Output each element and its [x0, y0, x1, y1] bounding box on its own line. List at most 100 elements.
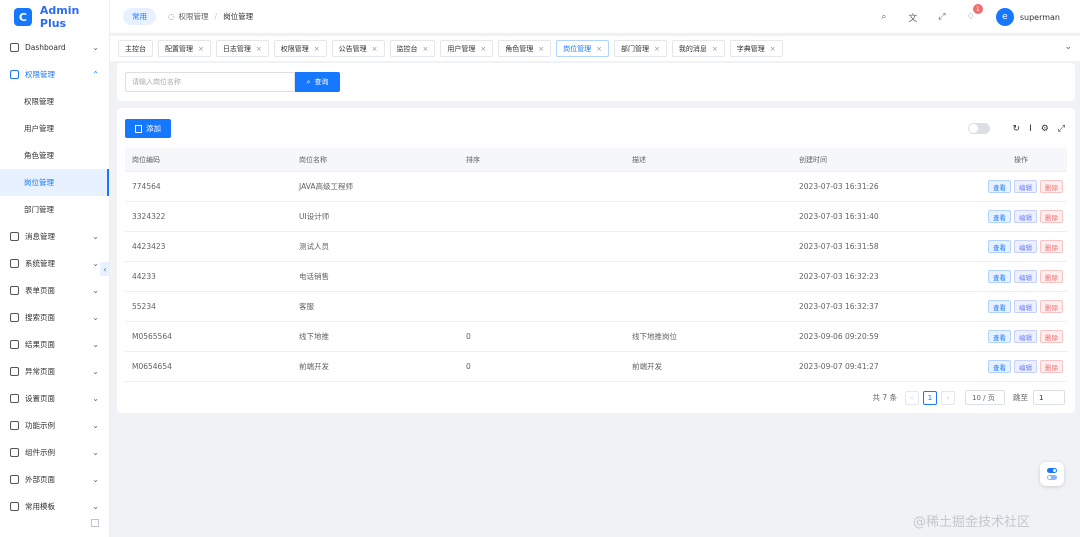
close-icon[interactable]: × — [770, 45, 776, 53]
chevron-down-icon: ⌄ — [92, 502, 99, 511]
toggle-switch[interactable] — [967, 123, 990, 134]
sidebar-item[interactable]: 外部页面 ⌄ — [0, 466, 109, 493]
view-button[interactable]: 查看 — [988, 210, 1011, 223]
feature-icon — [10, 421, 19, 430]
sidebar-item[interactable]: 组件示例 ⌄ — [0, 439, 109, 466]
delete-button[interactable]: 删除 — [1040, 180, 1063, 193]
tab[interactable]: 监控台 × — [389, 40, 436, 57]
sidebar-item[interactable]: 表单页面 ⌄ — [0, 277, 109, 304]
delete-button[interactable]: 删除 — [1040, 270, 1063, 283]
tab-label: 部门管理 — [621, 44, 649, 53]
next-page-button[interactable]: › — [941, 390, 955, 405]
close-icon[interactable]: × — [596, 45, 602, 53]
delete-button[interactable]: 删除 — [1040, 300, 1063, 313]
tab[interactable]: 用户管理 × — [440, 40, 494, 57]
tab[interactable]: 部门管理 × — [614, 40, 667, 57]
search-input[interactable]: 请输入岗位名称 — [125, 72, 295, 92]
sidebar-subitem[interactable]: 权限管理 — [0, 88, 109, 115]
table-cell: 测试人员 — [299, 242, 329, 251]
sidebar-item[interactable]: 权限管理 ⌃ — [0, 61, 109, 88]
username[interactable]: superman — [1020, 13, 1060, 22]
jump-input[interactable]: 1 — [1033, 390, 1065, 405]
avatar[interactable]: e — [995, 8, 1014, 26]
form-icon — [10, 286, 19, 295]
close-icon[interactable]: × — [480, 45, 486, 53]
sidebar-item[interactable]: 常用模板 ⌄ — [0, 493, 109, 520]
chevron-down-icon[interactable]: ⌄ — [1064, 42, 1072, 52]
sidebar-subitem[interactable]: 用户管理 — [0, 115, 109, 142]
close-icon[interactable]: × — [314, 45, 320, 53]
tab[interactable]: 我的消息 × — [671, 40, 725, 57]
fullscreen-icon[interactable]: ⤢ — [935, 10, 949, 24]
sidebar-item-label: 设置页面 — [25, 394, 55, 403]
close-icon[interactable]: × — [712, 45, 718, 53]
view-button[interactable]: 查看 — [988, 270, 1011, 283]
view-button[interactable]: 查看 — [988, 300, 1011, 313]
delete-button[interactable]: 删除 — [1040, 210, 1063, 223]
view-button[interactable]: 查看 — [988, 240, 1011, 253]
sidebar-item[interactable]: 结果页面 ⌄ — [0, 331, 109, 358]
common-pill[interactable]: 常用 — [123, 8, 156, 25]
delete-button[interactable]: 删除 — [1040, 330, 1063, 343]
sidebar-item[interactable]: 搜索页面 ⌄ — [0, 304, 109, 331]
search-icon[interactable]: ⌕ — [877, 10, 891, 24]
view-button[interactable]: 查看 — [988, 330, 1011, 343]
tab[interactable]: 字典管理 × — [729, 40, 783, 57]
view-button[interactable]: 查看 — [988, 360, 1011, 373]
tab-label: 公告管理 — [338, 44, 367, 53]
edit-button[interactable]: 编辑 — [1014, 330, 1037, 343]
sidebar-item[interactable]: 功能示例 ⌄ — [0, 412, 109, 439]
edit-button[interactable]: 编辑 — [1014, 300, 1037, 313]
collapse-sidebar-button[interactable]: ‹ — [100, 262, 109, 276]
edit-button[interactable]: 编辑 — [1014, 210, 1037, 223]
breadcrumb-item[interactable]: 权限管理 — [179, 11, 209, 22]
close-icon[interactable]: × — [256, 45, 262, 53]
close-icon[interactable]: × — [423, 45, 429, 53]
column-header: 岗位名称 — [299, 155, 327, 164]
column-height-icon[interactable]: I — [1029, 124, 1032, 134]
page-number[interactable]: 1 — [923, 390, 937, 405]
close-icon[interactable]: × — [538, 45, 544, 53]
delete-button[interactable]: 删除 — [1040, 360, 1063, 373]
edit-button[interactable]: 编辑 — [1014, 270, 1037, 283]
row-actions: 查看 编辑 删除 — [959, 330, 1067, 343]
logo[interactable]: C Admin Plus — [0, 0, 109, 34]
chevron-down-icon: ⌄ — [92, 313, 99, 322]
sidebar-item[interactable]: 消息管理 ⌄ — [0, 223, 109, 250]
delete-button[interactable]: 删除 — [1040, 240, 1063, 253]
translate-icon[interactable]: 文 — [906, 10, 920, 24]
sidebar-item[interactable]: Dashboard ⌄ — [0, 34, 109, 61]
sidebar-subitem[interactable]: 角色管理 — [0, 142, 109, 169]
tab[interactable]: 角色管理 × — [498, 40, 552, 57]
close-icon[interactable]: × — [198, 45, 204, 53]
tab[interactable]: 日志管理 × — [215, 40, 269, 57]
tab[interactable]: 岗位管理 × — [556, 40, 609, 57]
tab[interactable]: 公告管理 × — [331, 40, 385, 57]
sidebar-subitem[interactable]: 岗位管理 — [0, 169, 109, 196]
gear-icon[interactable]: ⚙ — [1041, 124, 1049, 134]
tab[interactable]: 配置管理 × — [158, 40, 211, 57]
page-size-select[interactable]: 10 / 页 — [965, 390, 1005, 405]
edit-button[interactable]: 编辑 — [1014, 240, 1037, 253]
chevron-down-icon: ⌄ — [92, 43, 99, 52]
tab[interactable]: 权限管理 × — [273, 40, 327, 57]
column-header: 排序 — [466, 155, 480, 164]
bell-icon[interactable]: ♢ 1 — [964, 4, 983, 24]
fullscreen-icon[interactable]: ⤢ — [1058, 124, 1065, 134]
add-button[interactable]: 添加 — [125, 119, 171, 138]
theme-toggle-button[interactable] — [1040, 462, 1064, 486]
prev-page-button[interactable]: ‹ — [905, 390, 919, 405]
sidebar-item[interactable]: 设置页面 ⌄ — [0, 385, 109, 412]
refresh-icon[interactable]: ↻ — [1013, 124, 1021, 134]
view-button[interactable]: 查看 — [988, 180, 1011, 193]
tab[interactable]: 主控台 — [118, 40, 153, 57]
edit-button[interactable]: 编辑 — [1014, 360, 1037, 373]
edit-button[interactable]: 编辑 — [1014, 180, 1037, 193]
sidebar-item[interactable]: 系统管理 ⌄ — [0, 250, 109, 277]
search-button[interactable]: ⌕ 查询 — [295, 72, 340, 92]
close-icon[interactable]: × — [654, 45, 660, 53]
sidebar-subitem[interactable]: 部门管理 — [0, 196, 109, 223]
sidebar-item[interactable]: 异常页面 ⌄ — [0, 358, 109, 385]
tab-label: 用户管理 — [447, 44, 476, 53]
close-icon[interactable]: × — [372, 45, 378, 53]
